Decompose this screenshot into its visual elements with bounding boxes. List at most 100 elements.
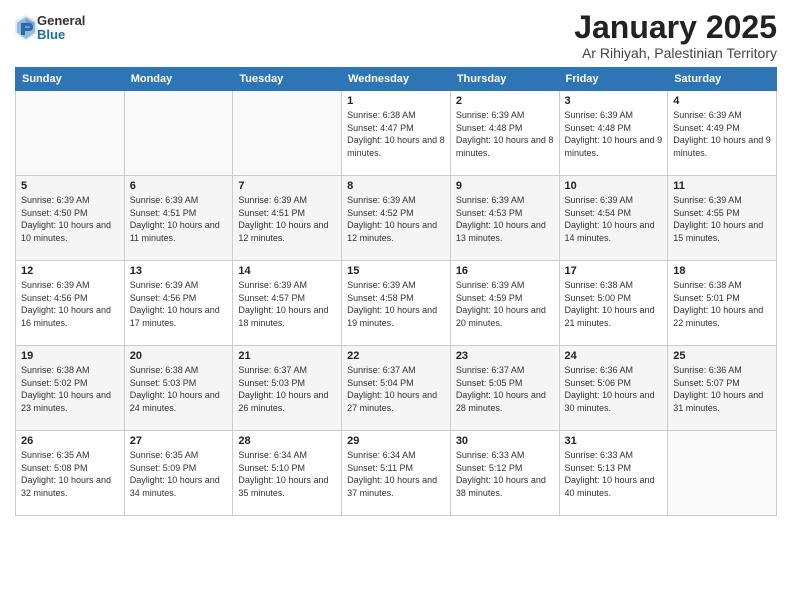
- day-number: 8: [347, 180, 445, 192]
- logo: General Blue: [15, 14, 85, 43]
- day-info: Sunrise: 6:37 AMSunset: 5:04 PMDaylight:…: [347, 364, 445, 414]
- day-info: Sunrise: 6:39 AMSunset: 4:50 PMDaylight:…: [21, 194, 119, 244]
- calendar-body: 1Sunrise: 6:38 AMSunset: 4:47 PMDaylight…: [16, 91, 777, 516]
- day-info: Sunrise: 6:33 AMSunset: 5:13 PMDaylight:…: [565, 449, 663, 499]
- day-info: Sunrise: 6:36 AMSunset: 5:07 PMDaylight:…: [673, 364, 771, 414]
- day-number: 26: [21, 435, 119, 447]
- weekday-sunday: Sunday: [16, 68, 125, 91]
- logo-text: General Blue: [37, 14, 85, 43]
- page: General Blue January 2025 Ar Rihiyah, Pa…: [0, 0, 792, 612]
- day-cell: 29 Sunrise: 6:34 AMSunset: 5:11 PMDayligh…: [342, 431, 451, 516]
- day-info: Sunrise: 6:39 AMSunset: 4:56 PMDaylight:…: [130, 279, 228, 329]
- day-info: Sunrise: 6:39 AMSunset: 4:49 PMDaylight:…: [673, 109, 771, 159]
- weekday-header-row: SundayMondayTuesdayWednesdayThursdayFrid…: [16, 68, 777, 91]
- day-number: 28: [238, 435, 336, 447]
- day-cell: 24 Sunrise: 6:36 AMSunset: 5:06 PMDayligh…: [559, 346, 668, 431]
- day-number: 16: [456, 265, 554, 277]
- day-cell: 19 Sunrise: 6:38 AMSunset: 5:02 PMDayligh…: [16, 346, 125, 431]
- day-info: Sunrise: 6:39 AMSunset: 4:48 PMDaylight:…: [456, 109, 554, 159]
- day-info: Sunrise: 6:38 AMSunset: 5:01 PMDaylight:…: [673, 279, 771, 329]
- day-info: Sunrise: 6:39 AMSunset: 4:51 PMDaylight:…: [238, 194, 336, 244]
- day-number: 21: [238, 350, 336, 362]
- day-cell: 21 Sunrise: 6:37 AMSunset: 5:03 PMDayligh…: [233, 346, 342, 431]
- day-cell: 17 Sunrise: 6:38 AMSunset: 5:00 PMDayligh…: [559, 261, 668, 346]
- day-number: 27: [130, 435, 228, 447]
- logo-icon: [15, 15, 37, 41]
- calendar-subtitle: Ar Rihiyah, Palestinian Territory: [574, 45, 777, 61]
- day-cell: 1Sunrise: 6:38 AMSunset: 4:47 PMDaylight…: [342, 91, 451, 176]
- day-number: 7: [238, 180, 336, 192]
- calendar-header: SundayMondayTuesdayWednesdayThursdayFrid…: [16, 68, 777, 91]
- day-cell: 10 Sunrise: 6:39 AMSunset: 4:54 PMDayligh…: [559, 176, 668, 261]
- day-number: 5: [21, 180, 119, 192]
- day-cell: 14 Sunrise: 6:39 AMSunset: 4:57 PMDayligh…: [233, 261, 342, 346]
- title-block: January 2025 Ar Rihiyah, Palestinian Ter…: [574, 10, 777, 61]
- day-info: Sunrise: 6:39 AMSunset: 4:54 PMDaylight:…: [565, 194, 663, 244]
- day-cell: 7 Sunrise: 6:39 AMSunset: 4:51 PMDaylight…: [233, 176, 342, 261]
- day-number: 24: [565, 350, 663, 362]
- day-number: 12: [21, 265, 119, 277]
- day-cell: 26 Sunrise: 6:35 AMSunset: 5:08 PMDayligh…: [16, 431, 125, 516]
- day-info: Sunrise: 6:37 AMSunset: 5:05 PMDaylight:…: [456, 364, 554, 414]
- day-cell: 15 Sunrise: 6:39 AMSunset: 4:58 PMDayligh…: [342, 261, 451, 346]
- day-cell: 30 Sunrise: 6:33 AMSunset: 5:12 PMDayligh…: [450, 431, 559, 516]
- day-number: 4: [673, 95, 771, 107]
- week-row-3: 12 Sunrise: 6:39 AMSunset: 4:56 PMDayligh…: [16, 261, 777, 346]
- day-cell: [668, 431, 777, 516]
- day-number: 6: [130, 180, 228, 192]
- day-number: 23: [456, 350, 554, 362]
- day-cell: 22 Sunrise: 6:37 AMSunset: 5:04 PMDayligh…: [342, 346, 451, 431]
- day-cell: 31 Sunrise: 6:33 AMSunset: 5:13 PMDayligh…: [559, 431, 668, 516]
- day-info: Sunrise: 6:39 AMSunset: 4:52 PMDaylight:…: [347, 194, 445, 244]
- day-info: Sunrise: 6:36 AMSunset: 5:06 PMDaylight:…: [565, 364, 663, 414]
- day-number: 15: [347, 265, 445, 277]
- day-number: 30: [456, 435, 554, 447]
- weekday-friday: Friday: [559, 68, 668, 91]
- weekday-saturday: Saturday: [668, 68, 777, 91]
- day-info: Sunrise: 6:39 AMSunset: 4:59 PMDaylight:…: [456, 279, 554, 329]
- week-row-1: 1Sunrise: 6:38 AMSunset: 4:47 PMDaylight…: [16, 91, 777, 176]
- day-number: 29: [347, 435, 445, 447]
- day-number: 22: [347, 350, 445, 362]
- day-cell: 3Sunrise: 6:39 AMSunset: 4:48 PMDaylight…: [559, 91, 668, 176]
- day-cell: 23 Sunrise: 6:37 AMSunset: 5:05 PMDayligh…: [450, 346, 559, 431]
- day-cell: 28 Sunrise: 6:34 AMSunset: 5:10 PMDayligh…: [233, 431, 342, 516]
- day-info: Sunrise: 6:38 AMSunset: 5:02 PMDaylight:…: [21, 364, 119, 414]
- day-info: Sunrise: 6:39 AMSunset: 4:57 PMDaylight:…: [238, 279, 336, 329]
- day-cell: [124, 91, 233, 176]
- day-number: 25: [673, 350, 771, 362]
- day-info: Sunrise: 6:34 AMSunset: 5:11 PMDaylight:…: [347, 449, 445, 499]
- day-number: 31: [565, 435, 663, 447]
- day-cell: [16, 91, 125, 176]
- day-info: Sunrise: 6:37 AMSunset: 5:03 PMDaylight:…: [238, 364, 336, 414]
- weekday-thursday: Thursday: [450, 68, 559, 91]
- day-info: Sunrise: 6:35 AMSunset: 5:08 PMDaylight:…: [21, 449, 119, 499]
- logo-blue-text: Blue: [37, 28, 85, 42]
- week-row-4: 19 Sunrise: 6:38 AMSunset: 5:02 PMDayligh…: [16, 346, 777, 431]
- day-number: 14: [238, 265, 336, 277]
- day-info: Sunrise: 6:34 AMSunset: 5:10 PMDaylight:…: [238, 449, 336, 499]
- day-number: 19: [21, 350, 119, 362]
- day-number: 3: [565, 95, 663, 107]
- day-info: Sunrise: 6:35 AMSunset: 5:09 PMDaylight:…: [130, 449, 228, 499]
- day-info: Sunrise: 6:39 AMSunset: 4:51 PMDaylight:…: [130, 194, 228, 244]
- day-cell: 25 Sunrise: 6:36 AMSunset: 5:07 PMDayligh…: [668, 346, 777, 431]
- day-info: Sunrise: 6:38 AMSunset: 5:00 PMDaylight:…: [565, 279, 663, 329]
- week-row-2: 5 Sunrise: 6:39 AMSunset: 4:50 PMDaylight…: [16, 176, 777, 261]
- day-cell: 9Sunrise: 6:39 AMSunset: 4:53 PMDaylight…: [450, 176, 559, 261]
- day-cell: [233, 91, 342, 176]
- weekday-wednesday: Wednesday: [342, 68, 451, 91]
- day-number: 2: [456, 95, 554, 107]
- day-info: Sunrise: 6:39 AMSunset: 4:58 PMDaylight:…: [347, 279, 445, 329]
- day-cell: 16 Sunrise: 6:39 AMSunset: 4:59 PMDayligh…: [450, 261, 559, 346]
- day-info: Sunrise: 6:38 AMSunset: 5:03 PMDaylight:…: [130, 364, 228, 414]
- day-number: 18: [673, 265, 771, 277]
- day-number: 1: [347, 95, 445, 107]
- day-cell: 27 Sunrise: 6:35 AMSunset: 5:09 PMDayligh…: [124, 431, 233, 516]
- day-info: Sunrise: 6:33 AMSunset: 5:12 PMDaylight:…: [456, 449, 554, 499]
- day-number: 13: [130, 265, 228, 277]
- day-number: 17: [565, 265, 663, 277]
- day-cell: 2 Sunrise: 6:39 AMSunset: 4:48 PMDaylight…: [450, 91, 559, 176]
- day-number: 10: [565, 180, 663, 192]
- day-info: Sunrise: 6:39 AMSunset: 4:56 PMDaylight:…: [21, 279, 119, 329]
